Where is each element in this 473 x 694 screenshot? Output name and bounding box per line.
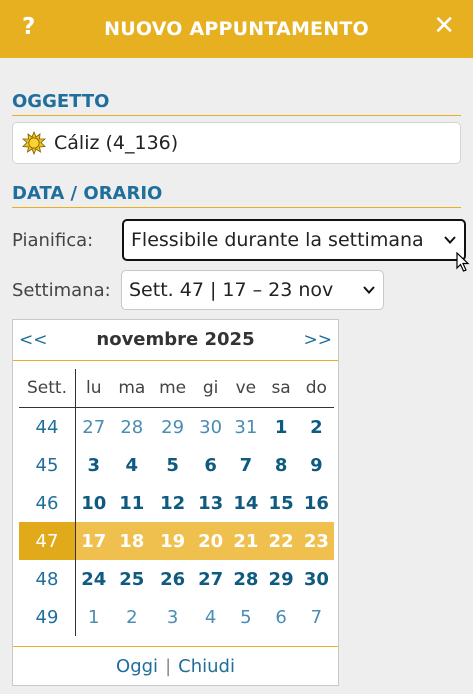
calendar-day[interactable]: 3 (76, 446, 112, 484)
object-value: Cáliz (4_136) (54, 132, 179, 154)
weekday-header: sa (263, 369, 299, 408)
calendar-day[interactable]: 28 (228, 560, 263, 598)
calendar-week-row[interactable]: 46 10 11 12 13 14 15 16 (19, 484, 334, 522)
footer-separator: | (165, 655, 172, 677)
weekday-header: do (298, 369, 334, 408)
weekday-header: ve (228, 369, 264, 408)
plan-select-value: Flessibile durante la settimana (131, 229, 424, 251)
weekday-header: me (152, 369, 193, 408)
week-number[interactable]: 46 (19, 484, 76, 522)
calendar-day[interactable]: 6 (193, 446, 228, 484)
calendar-day[interactable]: 8 (263, 446, 298, 484)
weekday-header: gi (193, 369, 229, 408)
calendar-day[interactable]: 10 (76, 484, 112, 522)
calendar-day[interactable]: 15 (263, 484, 298, 522)
calendar-day[interactable]: 22 (263, 522, 299, 560)
close-calendar-link[interactable]: Chiudi (178, 656, 235, 677)
calendar-month-title: novembre 2025 (96, 329, 255, 350)
calendar-day[interactable]: 9 (299, 446, 334, 484)
calendar-day[interactable]: 27 (193, 560, 228, 598)
calendar-day[interactable]: 12 (152, 484, 193, 522)
calendar-day[interactable]: 24 (76, 560, 112, 598)
calendar-day[interactable]: 19 (152, 522, 193, 560)
calendar-day[interactable]: 20 (193, 522, 229, 560)
calendar-day[interactable]: 17 (75, 522, 112, 560)
chevron-down-icon (363, 286, 375, 294)
calendar-day[interactable]: 31 (228, 408, 263, 447)
week-number[interactable]: 49 (19, 598, 76, 636)
calendar-day[interactable]: 29 (263, 560, 298, 598)
sun-icon (22, 131, 46, 155)
dialog-header: ? NUOVO APPUNTAMENTO ✕ (0, 0, 473, 58)
calendar-day[interactable]: 11 (111, 484, 152, 522)
calendar-day[interactable]: 28 (111, 408, 152, 447)
calendar-week-row[interactable]: 49 1 2 3 4 5 6 7 (19, 598, 334, 636)
calendar-day[interactable]: 6 (263, 598, 298, 636)
week-column-header: Sett. (19, 369, 76, 408)
calendar-day[interactable]: 7 (299, 598, 334, 636)
calendar-day[interactable]: 23 (298, 522, 334, 560)
calendar-weekday-header: Sett. lu ma me gi ve sa do (19, 369, 334, 408)
chevron-down-icon (444, 236, 456, 244)
calendar-day[interactable]: 30 (299, 560, 334, 598)
calendar-week-row[interactable]: 44 27 28 29 30 31 1 2 (19, 407, 334, 447)
calendar-week-row[interactable]: 45 3 4 5 6 7 8 9 (19, 446, 334, 484)
calendar: << novembre 2025 >> Sett. lu ma me gi ve sa do… (12, 319, 339, 686)
calendar-footer: Oggi | Chiudi (13, 646, 338, 685)
object-field[interactable]: Cáliz (4_136) (12, 122, 461, 164)
dialog-title: NUOVO APPUNTAMENTO (104, 18, 369, 40)
mouse-cursor-icon (456, 252, 470, 272)
calendar-day[interactable]: 5 (228, 598, 263, 636)
week-number[interactable]: 45 (19, 446, 76, 484)
calendar-day[interactable]: 30 (193, 408, 228, 447)
plan-select[interactable]: Flessibile durante la settimana (122, 219, 466, 261)
next-month-button[interactable]: >> (304, 330, 333, 350)
section-title-object: OGGETTO (12, 91, 461, 116)
week-select[interactable]: Sett. 47 | 17 – 23 nov (121, 270, 384, 310)
plan-label: Pianifica: (12, 230, 94, 251)
close-icon[interactable]: ✕ (433, 13, 455, 39)
calendar-day[interactable]: 4 (111, 446, 152, 484)
today-link[interactable]: Oggi (116, 656, 158, 677)
calendar-day[interactable]: 1 (76, 598, 112, 636)
calendar-header: << novembre 2025 >> (13, 320, 338, 361)
week-number[interactable]: 47 (19, 522, 76, 560)
week-select-value: Sett. 47 | 17 – 23 nov (129, 279, 334, 301)
help-icon[interactable]: ? (22, 14, 35, 40)
calendar-day[interactable]: 3 (152, 598, 193, 636)
calendar-day[interactable]: 26 (152, 560, 193, 598)
week-label: Settimana: (12, 280, 111, 301)
calendar-grid: Sett. lu ma me gi ve sa do 44 27 28 29 30 31 1 2 45 3 4 5… (19, 369, 334, 636)
calendar-day[interactable]: 4 (193, 598, 228, 636)
weekday-header: lu (75, 369, 112, 408)
week-number[interactable]: 44 (19, 407, 76, 446)
calendar-day[interactable]: 1 (263, 408, 298, 447)
week-number[interactable]: 48 (19, 560, 76, 598)
calendar-day[interactable]: 13 (193, 484, 228, 522)
calendar-day[interactable]: 5 (152, 446, 193, 484)
calendar-week-row[interactable]: 48 24 25 26 27 28 29 30 (19, 560, 334, 598)
calendar-day[interactable]: 25 (111, 560, 152, 598)
calendar-day[interactable]: 14 (228, 484, 263, 522)
calendar-day[interactable]: 7 (228, 446, 263, 484)
calendar-day[interactable]: 2 (111, 598, 152, 636)
calendar-day[interactable]: 18 (111, 522, 153, 560)
weekday-header: ma (111, 369, 153, 408)
calendar-day[interactable]: 2 (299, 408, 334, 447)
section-title-datetime: DATA / ORARIO (12, 183, 461, 208)
calendar-day[interactable]: 21 (228, 522, 264, 560)
calendar-day[interactable]: 29 (152, 408, 193, 447)
calendar-day[interactable]: 27 (76, 408, 112, 447)
calendar-day[interactable]: 16 (299, 484, 334, 522)
calendar-week-row[interactable]: 47 17 18 19 20 21 22 23 (19, 522, 334, 560)
